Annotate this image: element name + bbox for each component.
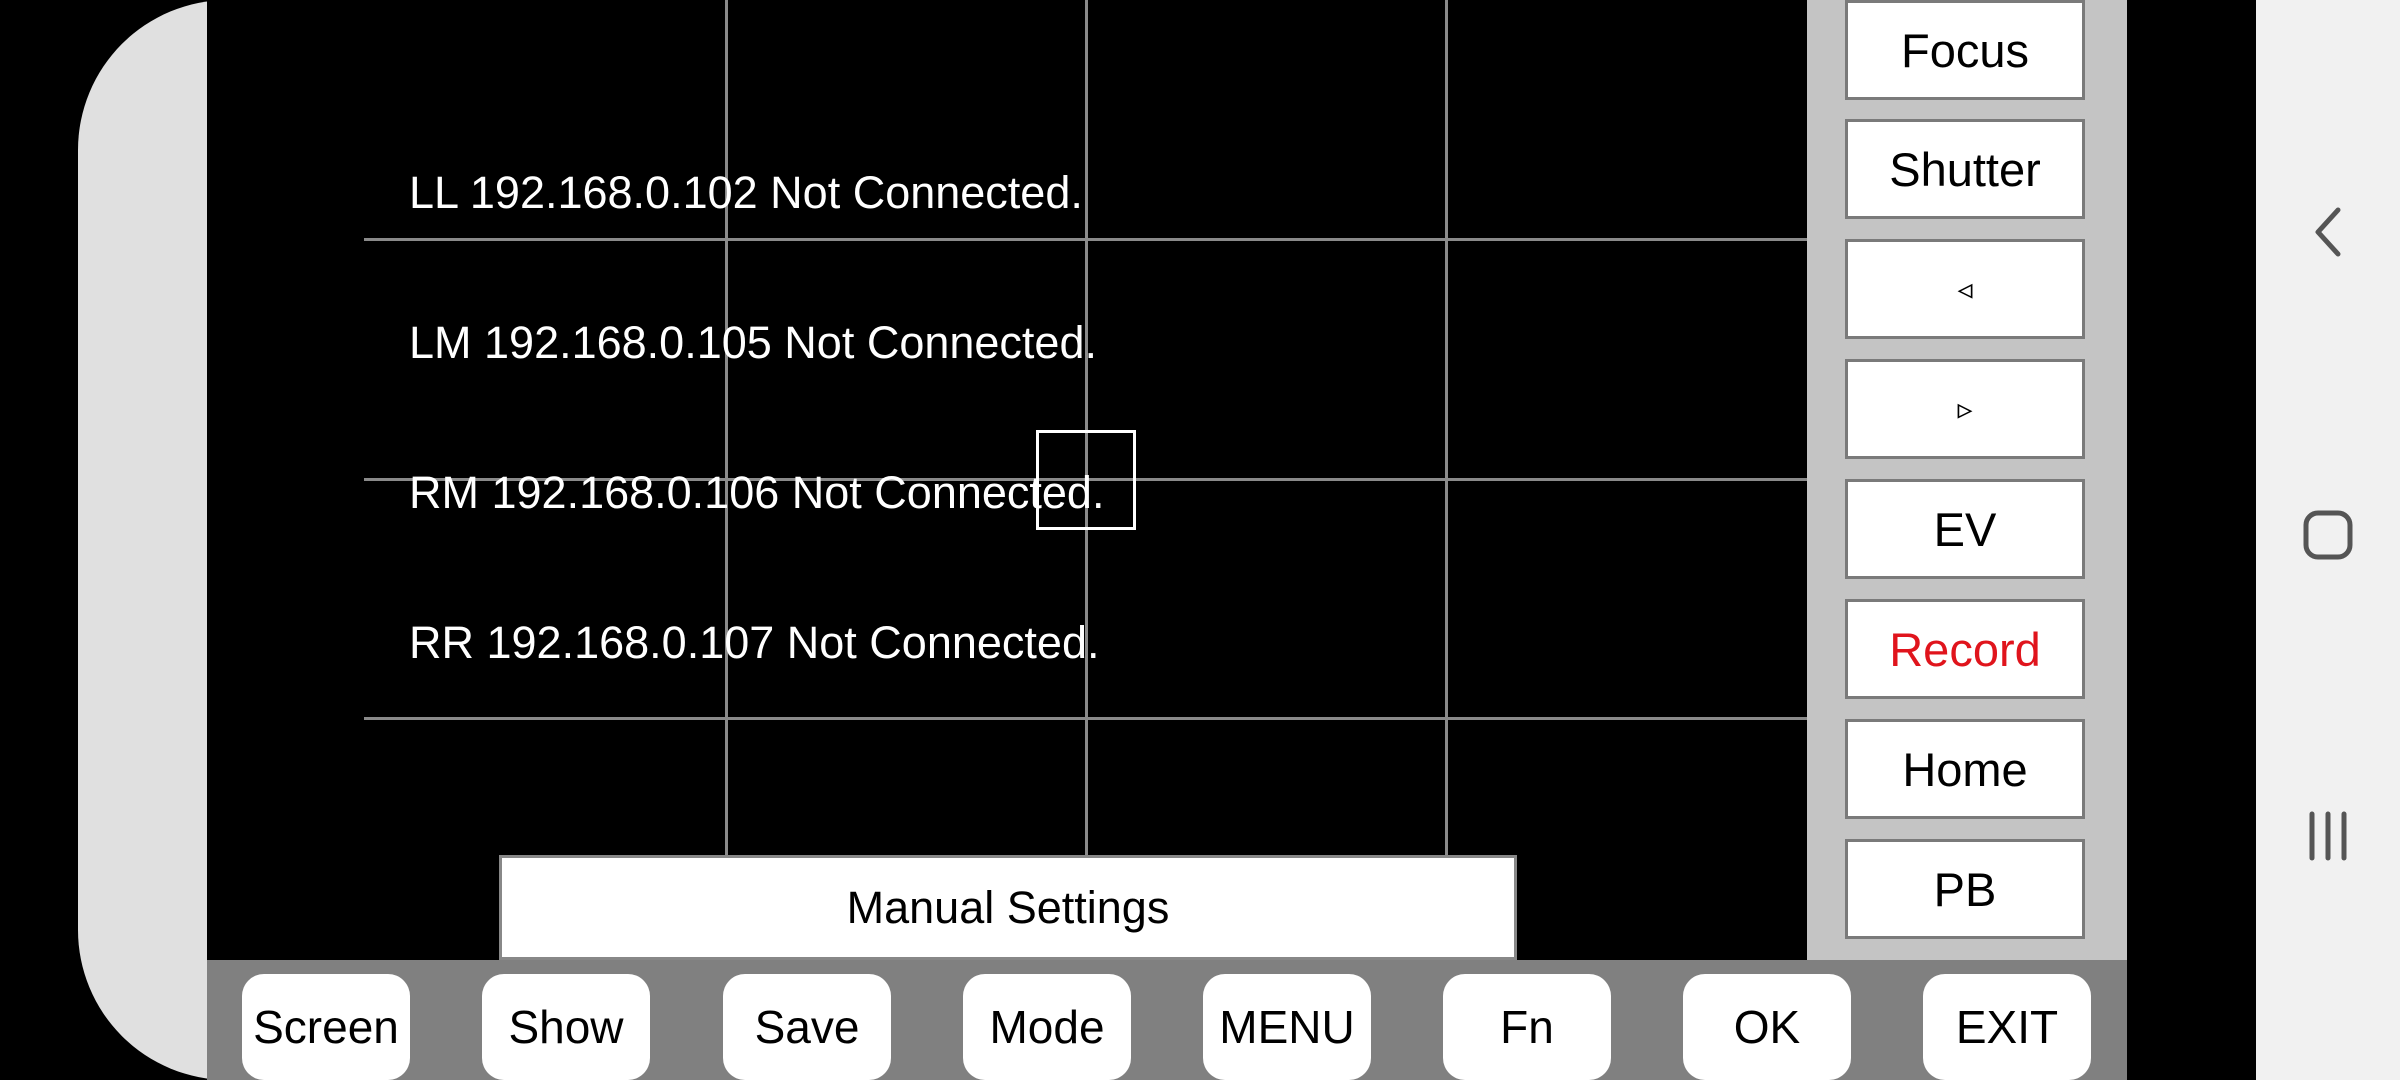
save-button[interactable]: Save	[723, 974, 891, 1080]
camera-viewfinder: LL 192.168.0.102 Not Connected. LM 192.1…	[207, 0, 1807, 960]
back-nav-button[interactable]	[2256, 172, 2400, 292]
recent-apps-icon	[2309, 811, 2347, 861]
focus-button[interactable]: Focus	[1845, 0, 2085, 100]
recent-apps-nav-button[interactable]	[2256, 776, 2400, 896]
home-square-icon	[2303, 510, 2353, 560]
ev-button[interactable]: EV	[1845, 479, 2085, 579]
ok-button[interactable]: OK	[1683, 974, 1851, 1080]
record-button[interactable]: Record	[1845, 599, 2085, 699]
mode-button[interactable]: Mode	[963, 974, 1131, 1080]
menu-button[interactable]: MENU	[1203, 974, 1371, 1080]
connection-status: LL 192.168.0.102 Not Connected. LM 192.1…	[409, 68, 1104, 768]
camera-controller-screen: LL 192.168.0.102 Not Connected. LM 192.1…	[0, 0, 2400, 1080]
grid-line-vertical	[1445, 0, 1448, 855]
device-bezel	[78, 0, 228, 1080]
fn-button[interactable]: Fn	[1443, 974, 1611, 1080]
bottom-toolbar: Screen Show Save Mode MENU Fn OK EXIT	[207, 960, 2127, 1080]
shutter-button[interactable]: Shutter	[1845, 119, 2085, 219]
exit-button[interactable]: EXIT	[1923, 974, 2091, 1080]
next-button[interactable]: ▹	[1845, 359, 2085, 459]
system-navigation-bar	[2256, 0, 2400, 1080]
status-line-ll: LL 192.168.0.102 Not Connected.	[409, 167, 1083, 218]
pb-button[interactable]: PB	[1845, 839, 2085, 939]
chevron-left-icon	[2315, 207, 2341, 257]
home-button[interactable]: Home	[1845, 719, 2085, 819]
screen-button[interactable]: Screen	[242, 974, 410, 1080]
status-line-lm: LM 192.168.0.105 Not Connected.	[409, 317, 1097, 368]
home-nav-button[interactable]	[2256, 475, 2400, 595]
status-line-rr: RR 192.168.0.107 Not Connected.	[409, 617, 1100, 668]
manual-settings-button[interactable]: Manual Settings	[499, 855, 1517, 960]
side-control-panel: Focus Shutter ◃ ▹ EV Record Home PB	[1807, 0, 2127, 960]
previous-button[interactable]: ◃	[1845, 239, 2085, 339]
show-button[interactable]: Show	[482, 974, 650, 1080]
status-line-rm: RM 192.168.0.106 Not Connected.	[409, 467, 1105, 518]
